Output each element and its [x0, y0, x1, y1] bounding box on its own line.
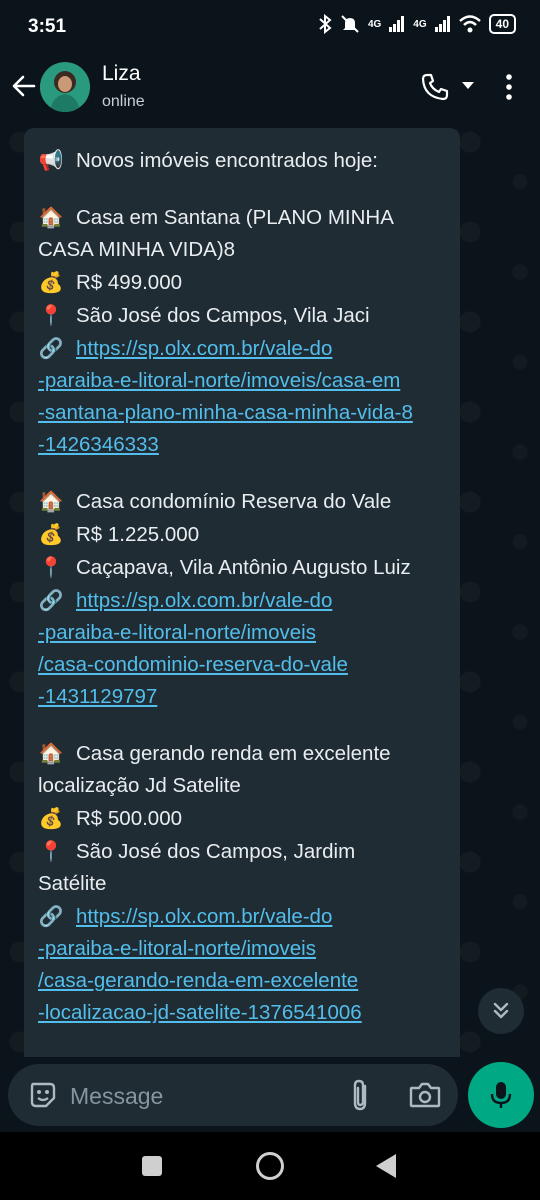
money-bag-icon: 💰	[38, 270, 64, 294]
listing-price-line: 💰 R$ 499.000	[38, 266, 450, 299]
back-triangle-icon[interactable]	[376, 1154, 396, 1178]
paperclip-icon[interactable]	[348, 1078, 374, 1112]
listing-link-cont[interactable]: -1431129797	[38, 681, 450, 713]
listing-price: R$ 499.000	[76, 271, 183, 294]
listing-link-cont[interactable]: /casa-condominio-reserva-do-vale	[38, 649, 450, 681]
message-intro: Novos imóveis encontrados hoje:	[76, 149, 378, 172]
listing-price: R$ 500.000	[76, 807, 183, 830]
avatar-image	[40, 62, 90, 112]
listing-link-cont[interactable]: -paraiba-e-litoral-norte/imoveis	[38, 933, 450, 965]
money-bag-icon: 💰	[38, 806, 64, 830]
link-icon: 🔗	[38, 336, 64, 360]
chat-header: Liza online	[0, 56, 540, 122]
camera-icon[interactable]	[408, 1080, 442, 1110]
listing-link-cont[interactable]: -santana-plano-minha-casa-minha-vida-8	[38, 397, 450, 429]
signal-icon	[389, 16, 405, 32]
house-icon: 🏠	[38, 489, 64, 513]
pin-icon: 📍	[38, 839, 64, 863]
recents-icon[interactable]	[142, 1156, 162, 1176]
message-composer	[8, 1064, 458, 1128]
listing-link-line: 🔗 https://sp.olx.com.br/vale-do	[38, 332, 450, 365]
listing-location-line: 📍 Caçapava, Vila Antônio Augusto Luiz	[38, 551, 450, 584]
listing-link-line: 🔗 https://sp.olx.com.br/vale-do	[38, 900, 450, 933]
listing-location-line: 📍 São José dos Campos, Vila Jaci	[38, 299, 450, 332]
listing-price: R$ 1.225.000	[76, 523, 200, 546]
message-bubble[interactable]: 📢 Novos imóveis encontrados hoje: 🏠 Casa e…	[24, 128, 460, 1057]
listing-link[interactable]: https://sp.olx.com.br/vale-do	[76, 905, 332, 928]
arrow-left-icon[interactable]	[10, 72, 38, 100]
message-input[interactable]	[68, 1064, 332, 1128]
status-bar: 3:51 4G 4G 40	[0, 0, 540, 56]
home-icon[interactable]	[256, 1152, 284, 1180]
house-icon: 🏠	[38, 205, 64, 229]
avatar[interactable]	[40, 62, 90, 112]
more-vertical-icon[interactable]	[500, 72, 518, 102]
battery-indicator: 40	[488, 14, 516, 34]
voice-message-button[interactable]	[468, 1062, 534, 1128]
message-text: 📢 Novos imóveis encontrados hoje: 🏠 Casa e…	[38, 144, 450, 1029]
network-label-2: 4G	[413, 18, 427, 30]
pin-icon: 📍	[38, 555, 64, 579]
listing-link-cont[interactable]: -paraiba-e-litoral-norte/imoveis/casa-em	[38, 365, 450, 397]
network-label: 4G	[367, 18, 382, 30]
listing-title: Casa gerando renda em excelente	[76, 742, 391, 765]
scroll-to-bottom-button[interactable]	[478, 988, 524, 1034]
listing-title-cont: CASA MINHA VIDA)8	[38, 238, 236, 261]
listing-item: 🏠 Casa em Santana (PLANO MINHA CASA MINHA…	[38, 201, 450, 461]
listing-link-cont[interactable]: /casa-gerando-renda-em-excelente	[38, 965, 450, 997]
listing-item: 🏠 Casa gerando renda em excelente localiz…	[38, 737, 450, 1029]
listing-location: São José dos Campos, Vila Jaci	[76, 304, 370, 327]
listing-link[interactable]: https://sp.olx.com.br/vale-do	[76, 337, 332, 360]
listing-title-cont: localização Jd Satelite	[38, 774, 241, 797]
signal-icon-2	[434, 16, 450, 32]
megaphone-icon: 📢	[38, 148, 64, 172]
listing-title: Casa condomínio Reserva do Vale	[76, 490, 392, 513]
listing-link-cont[interactable]: -paraiba-e-litoral-norte/imoveis	[38, 617, 450, 649]
listing-link-cont[interactable]: -1426346333	[38, 429, 450, 461]
listing-link[interactable]: https://sp.olx.com.br/vale-do	[76, 589, 332, 612]
double-chevron-down-icon	[493, 1002, 509, 1019]
listing-location-cont: Satélite	[38, 872, 107, 895]
listing-title-line: 🏠 Casa em Santana (PLANO MINHA	[38, 201, 450, 234]
phone-icon[interactable]	[420, 72, 450, 102]
emoji-icon[interactable]	[28, 1080, 58, 1110]
contact-status: online	[102, 93, 145, 110]
listing-location-line: 📍 São José dos Campos, Jardim	[38, 835, 450, 868]
listing-title: Casa em Santana (PLANO MINHA	[76, 206, 394, 229]
listing-title-line: 🏠 Casa condomínio Reserva do Vale	[38, 485, 450, 518]
status-icons: 4G 4G 40	[318, 14, 516, 34]
status-time: 3:51	[28, 16, 67, 37]
listing-title-line: 🏠 Casa gerando renda em excelente	[38, 737, 450, 770]
call-options-caret-icon[interactable]	[462, 82, 474, 89]
mute-icon	[341, 15, 359, 33]
money-bag-icon: 💰	[38, 522, 64, 546]
listing-location: São José dos Campos, Jardim	[76, 840, 356, 863]
mic-icon	[490, 1082, 512, 1108]
listing-price-line: 💰 R$ 1.225.000	[38, 518, 450, 551]
link-icon: 🔗	[38, 904, 64, 928]
listing-link-line: 🔗 https://sp.olx.com.br/vale-do	[38, 584, 450, 617]
listing-location: Caçapava, Vila Antônio Augusto Luiz	[76, 556, 411, 579]
system-nav-bar	[0, 1132, 540, 1200]
pin-icon: 📍	[38, 303, 64, 327]
bluetooth-icon	[319, 14, 332, 34]
listing-link-cont[interactable]: -localizacao-jd-satelite-1376541006	[38, 997, 450, 1029]
link-icon: 🔗	[38, 588, 64, 612]
listing-item: 🏠 Casa condomínio Reserva do Vale 💰 R$ 1.2…	[38, 485, 450, 713]
contact-name[interactable]: Liza	[102, 62, 141, 86]
house-icon: 🏠	[38, 741, 64, 765]
listing-price-line: 💰 R$ 500.000	[38, 802, 450, 835]
message-intro-line: 📢 Novos imóveis encontrados hoje:	[38, 144, 450, 177]
chat-area[interactable]: 📢 Novos imóveis encontrados hoje: 🏠 Casa e…	[0, 122, 540, 1057]
wifi-icon	[458, 15, 481, 33]
